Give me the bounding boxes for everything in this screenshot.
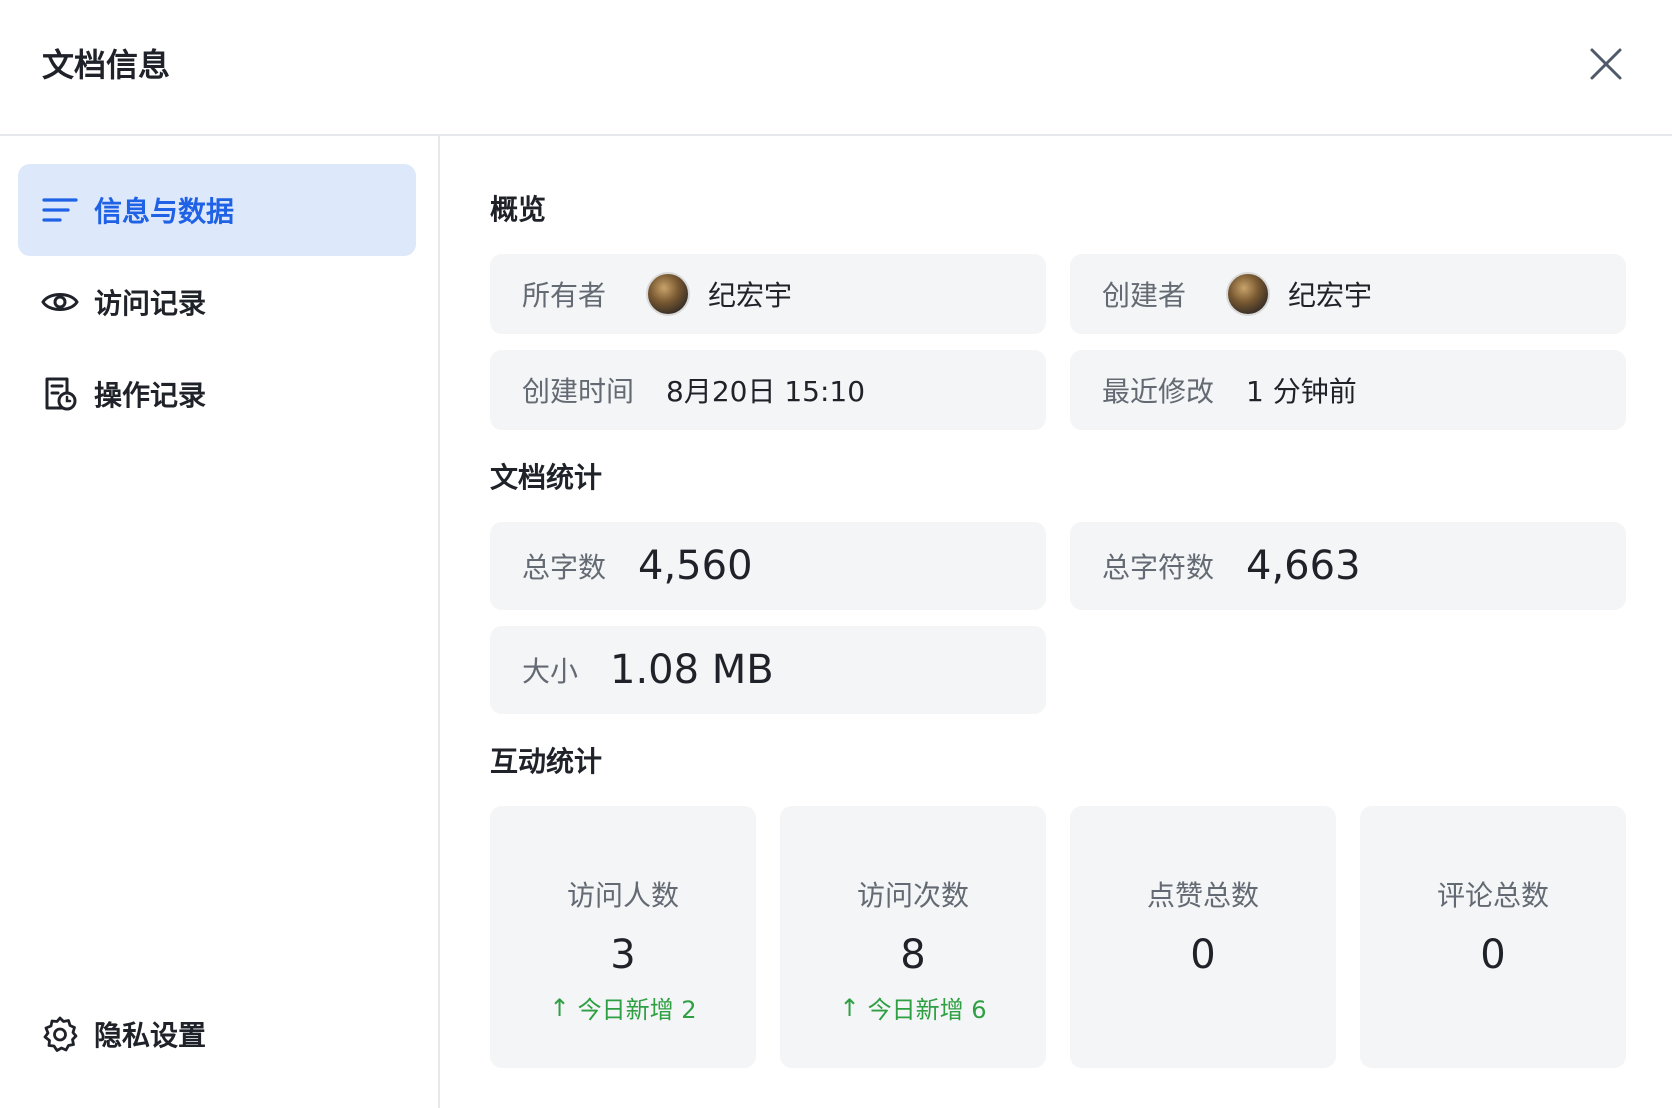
gear-icon [40,1014,80,1054]
word-count-value: 4,560 [638,543,753,589]
modified-time-label: 最近修改 [1102,375,1215,408]
word-count-label: 总字数 [522,551,607,584]
visits-value: 8 [900,932,926,978]
creator-name[interactable]: 纪宏宇 [1288,274,1372,314]
size-card: 大小 1.08 MB [490,626,1046,714]
char-count-label: 总字符数 [1102,551,1215,584]
modified-time-card: 最近修改 1 分钟前 [1070,350,1626,430]
visitors-delta-text: 今日新增 2 [577,996,697,1024]
word-count-card: 总字数 4,560 [490,522,1046,610]
owner-card: 所有者 纪宏宇 [490,254,1046,334]
likes-value: 0 [1190,932,1216,978]
sidebar-item-label: 信息与数据 [94,195,235,228]
char-count-card: 总字符数 4,663 [1070,522,1626,610]
dialog-header: 文档信息 [0,0,1672,136]
main-panel: 概览 所有者 纪宏宇 创建者 纪宏宇 创建时间 8月20日 15:10 最近修改… [442,136,1672,1108]
comments-card: 评论总数 0 [1360,806,1626,1068]
visitors-value: 3 [610,932,636,978]
owner-label: 所有者 [522,279,607,312]
sidebar-item-label: 隐私设置 [94,1019,207,1052]
list-icon [40,190,80,230]
creator-card: 创建者 纪宏宇 [1070,254,1626,334]
creator-label: 创建者 [1102,279,1187,312]
dialog-title: 文档信息 [42,46,171,84]
sidebar-item-operation-records[interactable]: 操作记录 [18,348,416,440]
likes-label: 点赞总数 [1146,879,1259,912]
comments-value: 0 [1480,932,1506,978]
visitors-label: 访问人数 [566,879,679,912]
sidebar-item-privacy-settings[interactable]: 隐私设置 [18,988,416,1080]
overview-title: 概览 [490,193,547,226]
owner-name[interactable]: 纪宏宇 [708,274,792,314]
avatar[interactable] [646,272,691,316]
arrow-up-icon: ↑ [549,993,570,1022]
visits-delta-text: 今日新增 6 [867,996,987,1024]
doc-stats-title: 文档统计 [490,461,603,494]
visitors-card: 访问人数 3 ↑ 今日新增 2 [490,806,756,1068]
eye-icon [40,282,80,322]
comments-label: 评论总数 [1436,879,1549,912]
size-label: 大小 [522,655,579,688]
close-button[interactable] [1586,44,1626,84]
likes-card: 点赞总数 0 [1070,806,1336,1068]
avatar[interactable] [1226,272,1271,316]
visitors-delta: ↑ 今日新增 2 [549,990,696,1025]
modified-time-value: 1 分钟前 [1246,375,1357,408]
visits-card: 访问次数 8 ↑ 今日新增 6 [780,806,1046,1068]
sidebar-item-info-data[interactable]: 信息与数据 [18,164,416,256]
visits-label: 访问次数 [856,879,969,912]
size-value: 1.08 MB [610,647,774,693]
history-doc-icon [40,374,80,414]
created-time-card: 创建时间 8月20日 15:10 [490,350,1046,430]
sidebar-item-label: 操作记录 [94,379,207,412]
close-icon[interactable] [1586,44,1626,84]
interaction-title: 互动统计 [490,745,603,778]
sidebar-item-label: 访问记录 [94,287,207,320]
created-time-value: 8月20日 15:10 [666,375,866,408]
arrow-up-icon: ↑ [839,993,860,1022]
sidebar-item-visit-records[interactable]: 访问记录 [18,256,416,348]
visits-delta: ↑ 今日新增 6 [839,990,986,1025]
sidebar: 信息与数据 访问记录 操作记录 隐私设置 [0,136,440,1108]
created-time-label: 创建时间 [522,375,635,408]
char-count-value: 4,663 [1246,543,1361,589]
